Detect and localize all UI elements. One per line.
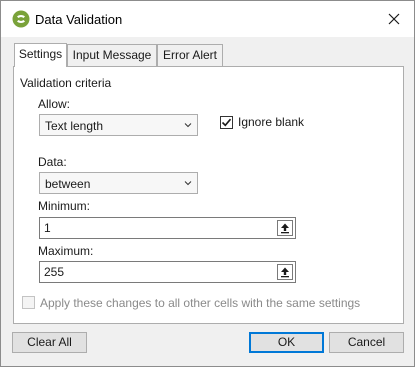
- clear-all-button[interactable]: Clear All: [12, 332, 87, 353]
- ok-button[interactable]: OK: [249, 332, 324, 353]
- data-label: Data:: [38, 155, 67, 169]
- maximum-field[interactable]: [39, 261, 296, 283]
- data-validation-dialog: Data Validation Settings Input Message E…: [0, 0, 415, 367]
- settings-panel: Validation criteria Allow: Text length I…: [13, 66, 404, 324]
- cancel-button[interactable]: Cancel: [329, 332, 404, 353]
- validation-criteria-heading: Validation criteria: [20, 76, 112, 90]
- chevron-down-icon: [184, 123, 192, 128]
- checkmark-icon: [221, 118, 232, 127]
- minimum-input[interactable]: [44, 220, 264, 236]
- minimum-label: Minimum:: [38, 199, 91, 213]
- apply-all-label: Apply these changes to all other cells w…: [40, 296, 361, 310]
- maximum-range-picker-button[interactable]: [277, 264, 293, 280]
- app-logo-icon: [12, 10, 30, 28]
- tab-error-alert[interactable]: Error Alert: [157, 44, 223, 66]
- data-dropdown-value: between: [45, 177, 91, 191]
- minimum-range-picker-button[interactable]: [277, 220, 293, 236]
- window-title: Data Validation: [35, 12, 123, 27]
- allow-dropdown[interactable]: Text length: [39, 114, 198, 136]
- minimum-field[interactable]: [39, 217, 296, 239]
- maximum-input[interactable]: [44, 264, 264, 280]
- close-icon: [388, 13, 400, 25]
- collapse-dialog-icon: [281, 223, 289, 234]
- tab-input-message[interactable]: Input Message: [67, 44, 157, 66]
- collapse-dialog-icon: [281, 267, 289, 278]
- chevron-down-icon: [184, 181, 192, 186]
- title-bar: Data Validation: [1, 1, 414, 37]
- allow-dropdown-value: Text length: [45, 119, 104, 133]
- ignore-blank-checkbox[interactable]: [220, 116, 233, 129]
- close-button[interactable]: [380, 6, 408, 32]
- data-dropdown[interactable]: between: [39, 172, 198, 194]
- maximum-label: Maximum:: [38, 244, 94, 258]
- apply-all-checkbox[interactable]: [22, 296, 35, 309]
- tab-settings[interactable]: Settings: [14, 43, 67, 67]
- ignore-blank-label: Ignore blank: [238, 115, 305, 129]
- allow-label: Allow:: [38, 97, 71, 111]
